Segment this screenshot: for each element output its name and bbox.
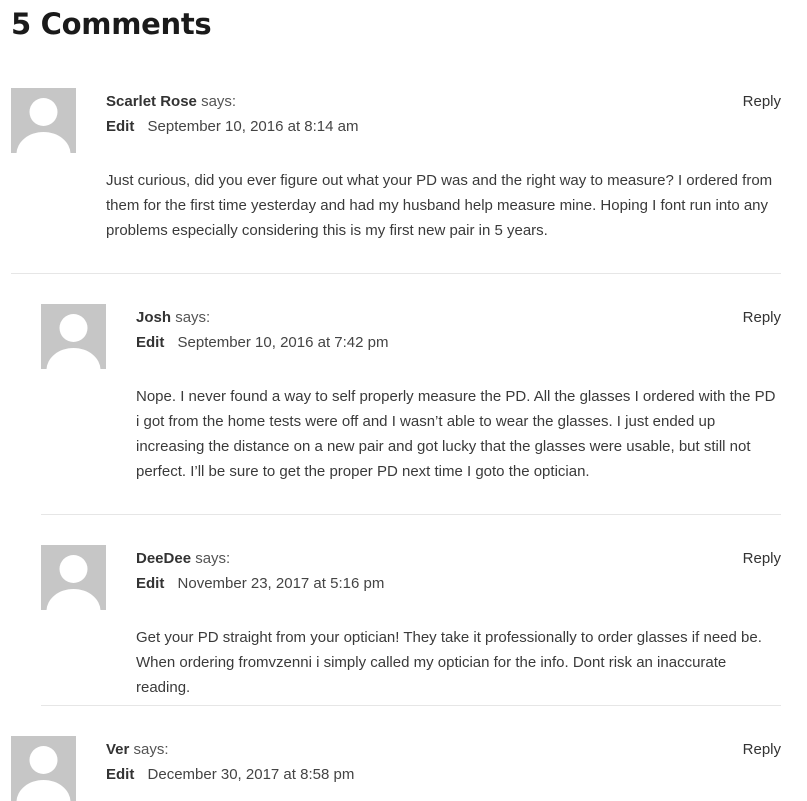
avatar-icon <box>41 545 106 610</box>
author-line: Ver says: <box>106 737 781 762</box>
comment-item: DeeDee says: Edit November 23, 2017 at 5… <box>41 545 781 696</box>
edit-link[interactable]: Edit <box>106 766 134 783</box>
edit-link[interactable]: Edit <box>136 334 164 351</box>
avatar-icon <box>11 88 76 153</box>
comment-text: Get your PD straight from your optician!… <box>136 629 762 696</box>
says-label: says: <box>201 93 237 110</box>
reply-link[interactable]: Reply <box>743 89 781 114</box>
comment-author: Josh <box>136 309 172 326</box>
says-label: says: <box>133 741 169 758</box>
edit-line: Edit November 23, 2017 at 5:16 pm <box>136 571 781 596</box>
comment-item: Ver says: Edit December 30, 2017 at 8:58… <box>11 736 781 801</box>
says-label: says: <box>175 309 211 326</box>
comments-title: 5 Comments <box>11 7 212 41</box>
edit-line: Edit December 30, 2017 at 8:58 pm <box>106 762 781 787</box>
author-line: Scarlet Rose says: <box>106 89 781 114</box>
avatar-icon <box>41 304 106 369</box>
comment-date-link[interactable]: September 10, 2016 at 8:14 am <box>148 118 359 135</box>
comment-divider <box>11 273 781 274</box>
comment-author: DeeDee <box>136 550 192 567</box>
comment-author: Scarlet Rose <box>106 93 197 110</box>
edit-line: Edit September 10, 2016 at 8:14 am <box>106 114 781 139</box>
author-line: Josh says: <box>136 305 781 330</box>
avatar-icon <box>11 736 76 801</box>
reply-link[interactable]: Reply <box>743 305 781 330</box>
edit-link[interactable]: Edit <box>106 118 134 135</box>
comment-text: Just curious, did you ever figure out wh… <box>106 172 773 239</box>
comment-meta: Josh says: Edit September 10, 2016 at 7:… <box>136 305 781 355</box>
edit-link[interactable]: Edit <box>136 575 164 592</box>
comment-divider <box>41 514 781 515</box>
comment-item: Josh says: Edit September 10, 2016 at 7:… <box>41 304 781 489</box>
author-line: DeeDee says: <box>136 546 781 571</box>
says-label: says: <box>195 550 231 567</box>
comment-date-link[interactable]: November 23, 2017 at 5:16 pm <box>178 575 385 592</box>
comment-author: Ver <box>106 741 130 758</box>
comment-item: Scarlet Rose says: Edit September 10, 20… <box>11 88 781 248</box>
reply-link[interactable]: Reply <box>743 546 781 571</box>
comment-date-link[interactable]: September 10, 2016 at 7:42 pm <box>178 334 389 351</box>
edit-line: Edit September 10, 2016 at 7:42 pm <box>136 330 781 355</box>
reply-link[interactable]: Reply <box>743 737 781 762</box>
comment-divider <box>41 705 781 706</box>
comment-meta: Scarlet Rose says: Edit September 10, 20… <box>106 89 781 139</box>
comment-date-link[interactable]: December 30, 2017 at 8:58 pm <box>148 766 355 783</box>
comment-text: Nope. I never found a way to self proper… <box>136 388 776 480</box>
comment-meta: DeeDee says: Edit November 23, 2017 at 5… <box>136 546 781 596</box>
comment-meta: Ver says: Edit December 30, 2017 at 8:58… <box>106 737 781 787</box>
